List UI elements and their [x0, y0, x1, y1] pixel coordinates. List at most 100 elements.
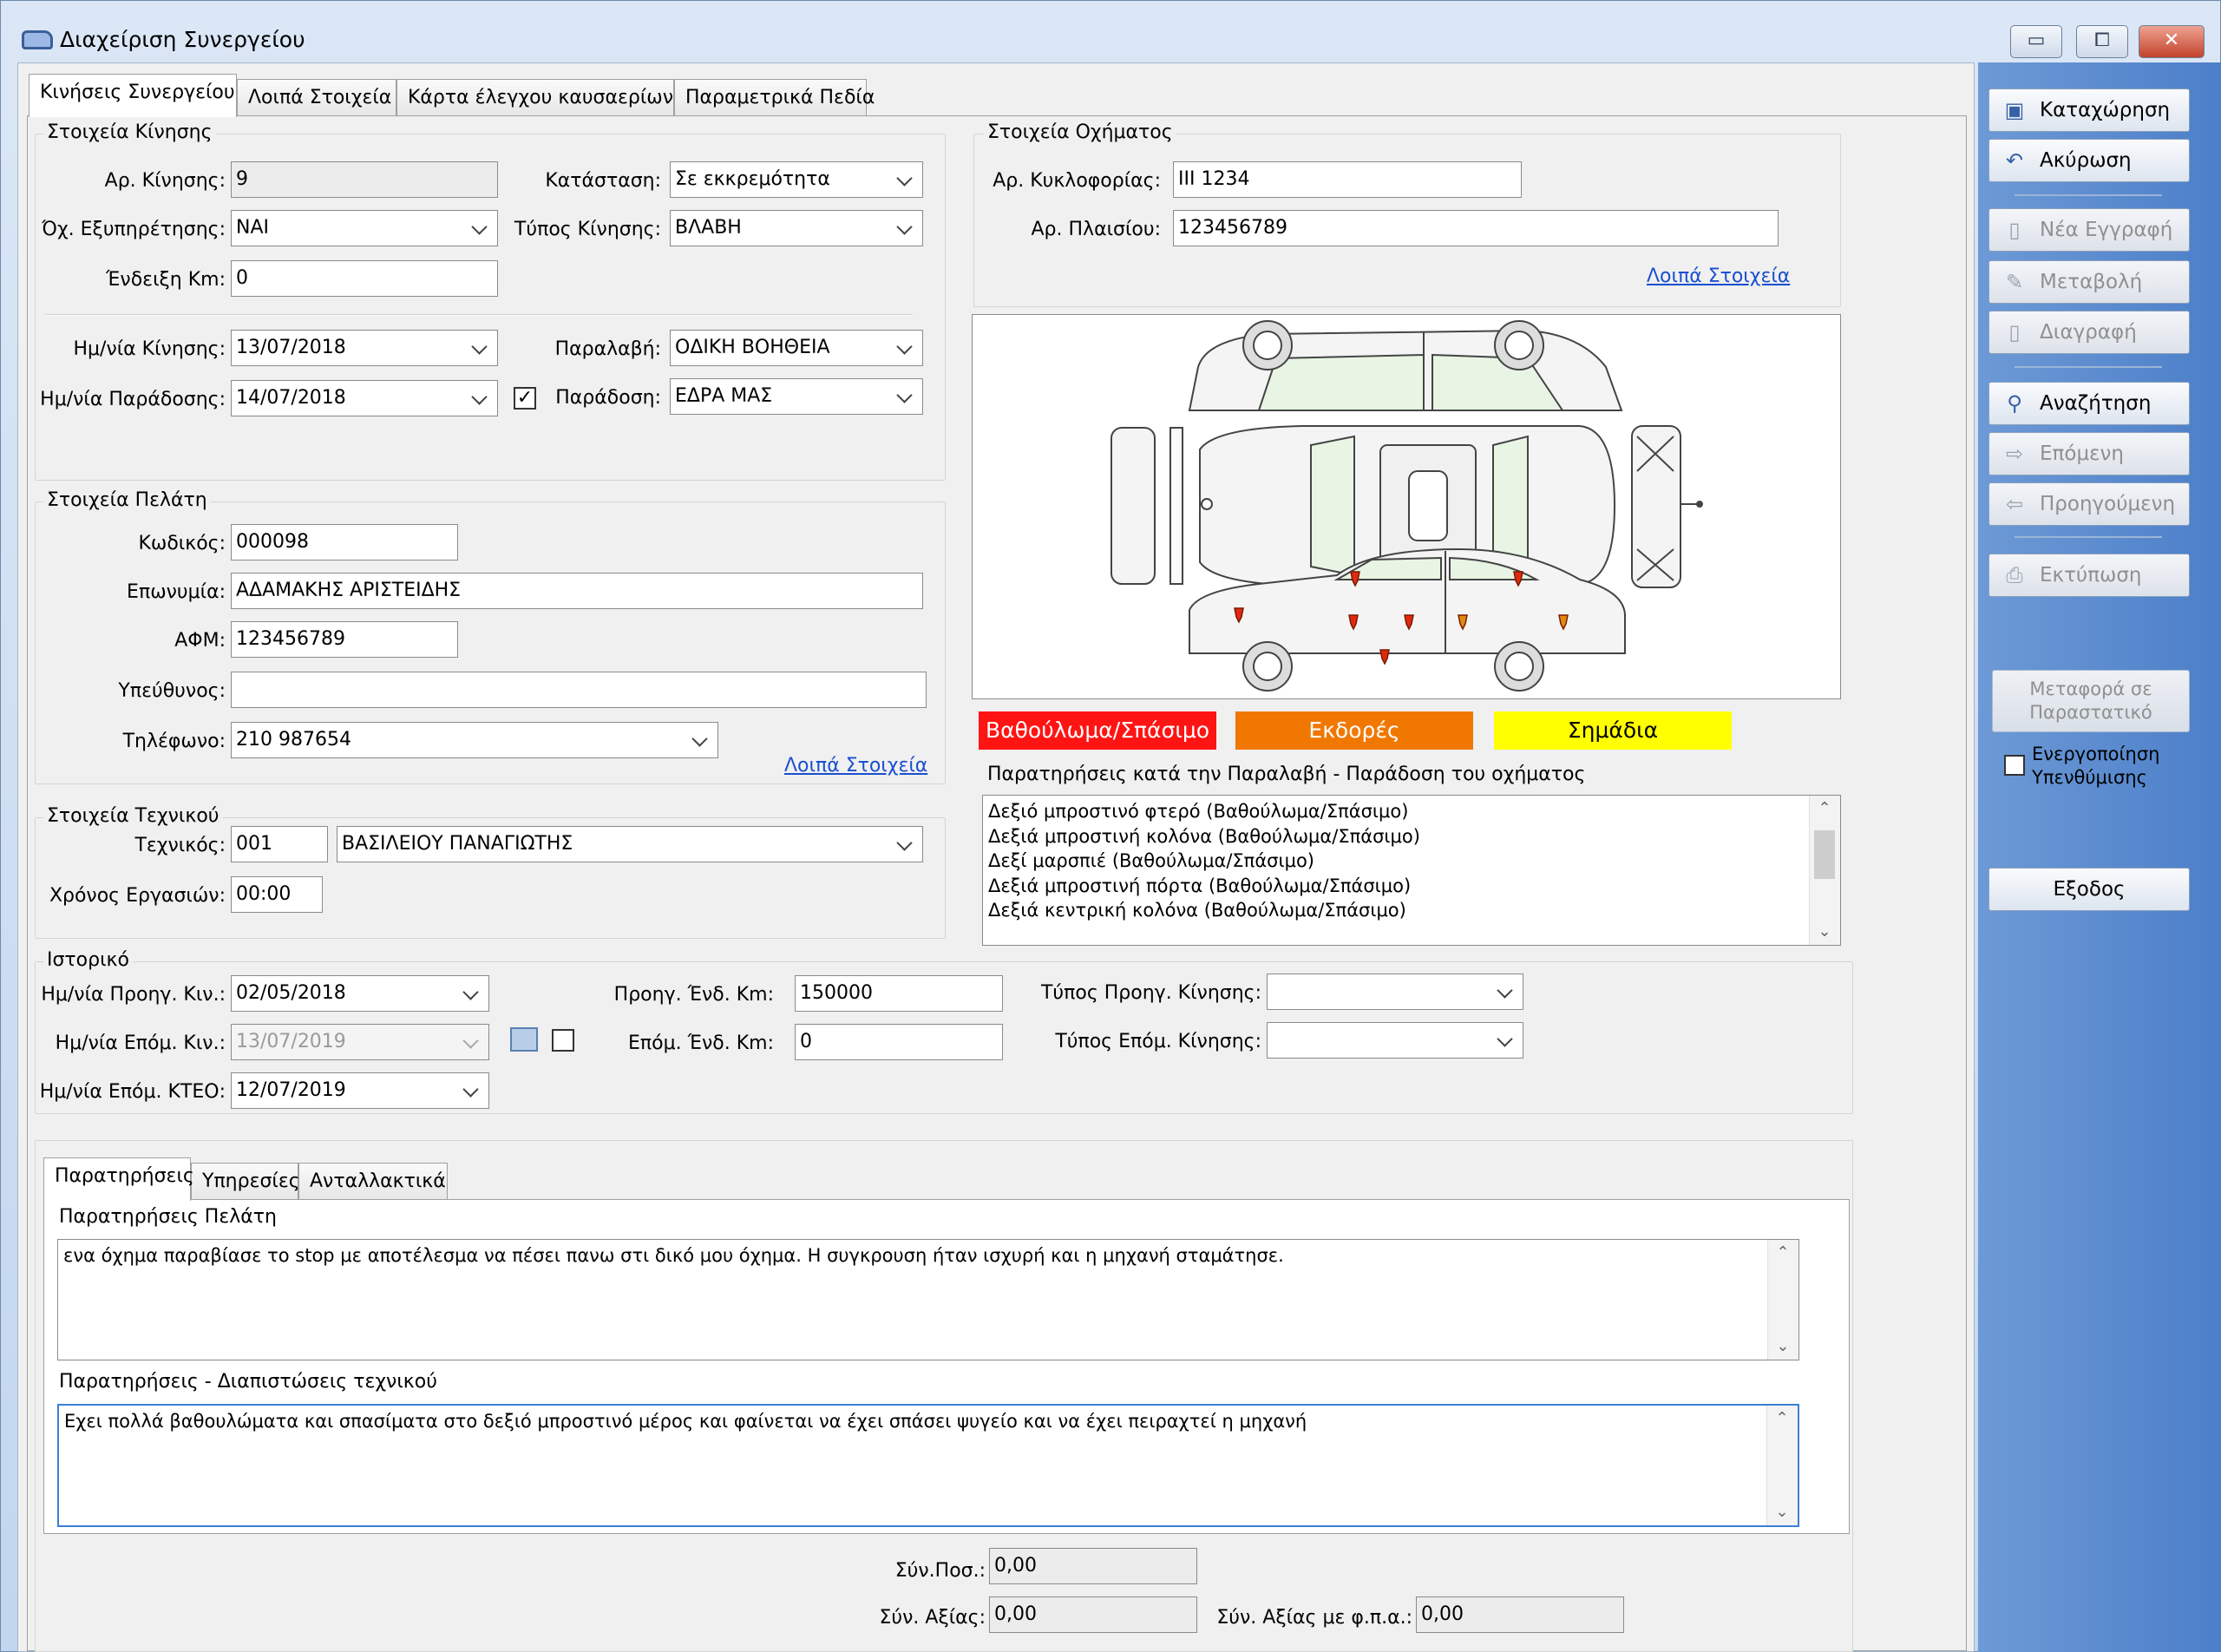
calendar-icon[interactable] — [510, 1027, 538, 1052]
previous-button[interactable]: ⇦ Προηγούμενη — [1988, 482, 2190, 526]
new-document-icon: ▯ — [2008, 218, 2021, 242]
next-button[interactable]: ⇨ Επόμενη — [1988, 432, 2190, 475]
customer-remarks-scrollbar[interactable]: ⌃ ⌄ — [1767, 1240, 1798, 1360]
exit-button[interactable]: Εξοδος — [1988, 868, 2190, 911]
prev-km-field[interactable]: 150000 — [795, 975, 1003, 1012]
subtab-remarks[interactable]: Παρατηρήσεις — [43, 1157, 194, 1201]
customer-remarks-text: ενα όχημα παραβίασε το stop με αποτέλεσμ… — [63, 1245, 1284, 1266]
pickup-remarks-scrollbar[interactable]: ⌃ ⌄ — [1809, 796, 1840, 945]
next-km-field[interactable]: 0 — [795, 1024, 1003, 1060]
afm-field[interactable]: 123456789 — [231, 621, 458, 658]
search-button[interactable]: ⚲ Αναζήτηση — [1988, 382, 2190, 425]
delivery-date-picker[interactable]: 14/07/2018 — [231, 380, 498, 416]
cancel-button-label: Ακύρωση — [2040, 149, 2132, 172]
sidebar-separator — [2015, 536, 2162, 538]
vehicle-more-link[interactable]: Λοιπά Στοιχεία — [1647, 266, 1790, 287]
movement-number-label: Αρ. Κίνησης: — [104, 170, 226, 192]
legend-marks: Σημάδια — [1494, 711, 1732, 750]
customer-remarks-label: Παρατηρήσεις Πελάτη — [59, 1206, 277, 1228]
tab-parametric-fields[interactable]: Παραμετρικά Πεδία — [674, 79, 875, 117]
chassis-field[interactable]: 123456789 — [1173, 210, 1779, 246]
print-button[interactable]: ⎙ Εκτύπωση — [1988, 554, 2190, 597]
transfer-to-document-button[interactable]: Μεταφορά σε Παραστατικό — [1992, 670, 2190, 732]
work-time-label: Χρόνος Εργασιών: — [49, 885, 226, 907]
chevron-down-icon[interactable]: ⌄ — [1810, 919, 1839, 945]
tab-other-details[interactable]: Λοιπά Στοιχεία — [237, 79, 396, 117]
tab-emissions-card[interactable]: Κάρτα έλεγχου καυσαερίων — [396, 79, 674, 117]
customer-group-title: Στοιχεία Πελάτη — [43, 489, 211, 511]
technician-name-dropdown[interactable]: ΒΑΣΙΛΕΙΟΥ ΠΑΝΑΓΙΩΤΗΣ — [337, 826, 923, 862]
service-vehicle-dropdown[interactable]: ΝΑΙ — [231, 210, 498, 246]
delivery-dropdown[interactable]: ΕΔΡΑ ΜΑΣ — [670, 378, 923, 415]
chevron-up-icon[interactable]: ⌃ — [1767, 1406, 1797, 1432]
afm-label: ΑΦΜ: — [174, 630, 226, 652]
km-label: Ένδειξη Km: — [106, 269, 226, 291]
scroll-thumb[interactable] — [1814, 830, 1835, 879]
movement-date-picker[interactable]: 13/07/2018 — [231, 330, 498, 366]
delete-button[interactable]: ▯ Διαγραφή — [1988, 311, 2190, 354]
edit-button[interactable]: ✎ Μεταβολή — [1988, 260, 2190, 304]
work-time-field[interactable]: 00:00 — [231, 876, 323, 913]
next-date-picker[interactable]: 13/07/2019 — [231, 1024, 489, 1060]
next-type-dropdown[interactable] — [1267, 1022, 1523, 1059]
undo-icon: ↶ — [2005, 148, 2024, 173]
next-date-label: Ημ/νία Επόμ. Κιν.: — [55, 1032, 226, 1054]
subtab-services[interactable]: Υπηρεσίες — [191, 1163, 300, 1201]
prev-date-picker[interactable]: 02/05/2018 — [231, 975, 489, 1012]
technician-group-title: Στοιχεία Τεχνικού — [43, 805, 223, 827]
prev-type-dropdown[interactable] — [1267, 974, 1523, 1010]
movement-number-field[interactable]: 9 — [231, 161, 498, 198]
save-button[interactable]: ▣ Καταχώρηση — [1988, 88, 2190, 132]
technician-remarks-scrollbar[interactable]: ⌃ ⌄ — [1766, 1406, 1798, 1525]
maximize-button[interactable]: ⧠ — [2076, 25, 2128, 58]
plate-field[interactable]: ΙΙΙ 1234 — [1173, 161, 1522, 198]
car-damage-diagram[interactable] — [972, 314, 1841, 699]
tab-movements[interactable]: Κινήσεις Συνεργείου — [29, 74, 237, 117]
movement-type-dropdown[interactable]: ΒΛΑΒΗ — [670, 210, 923, 246]
next-km-label: Επόμ. Ένδ. Km: — [627, 1032, 774, 1054]
delete-button-label: Διαγραφή — [2040, 321, 2137, 344]
customer-code-field[interactable]: 000098 — [231, 524, 458, 560]
chassis-label: Αρ. Πλαισίου: — [1031, 219, 1162, 240]
status-dropdown[interactable]: Σε εκκρεμότητα — [670, 161, 923, 198]
delivery-date-label: Ημ/νία Παράδοσης: — [40, 389, 226, 410]
technician-remarks-textarea[interactable]: Εχει πολλά βαθουλώματα και σπασίματα στο… — [57, 1404, 1799, 1527]
plate-label: Αρ. Κυκλοφορίας: — [993, 170, 1161, 192]
next-date-checkbox[interactable] — [552, 1029, 574, 1052]
pickup-dropdown[interactable]: ΟΔΙΚΗ ΒΟΗΘΕΙΑ — [670, 330, 923, 366]
delivery-date-checkbox[interactable]: ✓ — [514, 387, 536, 410]
save-button-label: Καταχώρηση — [2040, 99, 2171, 121]
printer-icon: ⎙ — [2006, 563, 2023, 587]
new-record-button[interactable]: ▯ Νέα Εγγραφή — [1988, 208, 2190, 252]
pickup-label: Παραλαβή: — [554, 338, 661, 360]
reminder-checkbox[interactable] — [2004, 755, 2025, 776]
ktev-date-label: Ημ/νία Επόμ. ΚΤΕΟ: — [39, 1081, 226, 1103]
chevron-down-icon[interactable]: ⌄ — [1767, 1499, 1797, 1525]
technician-code-field[interactable]: 001 — [231, 826, 328, 862]
responsible-field[interactable] — [231, 672, 927, 708]
ktev-date-picker[interactable]: 12/07/2019 — [231, 1072, 489, 1109]
prev-km-label: Προηγ. Ένδ. Km: — [613, 984, 774, 1006]
pickup-remarks-label: Παρατηρήσεις κατά την Παραλαβή - Παράδοσ… — [987, 764, 1586, 785]
subtab-parts[interactable]: Ανταλλακτικά — [298, 1163, 448, 1201]
list-item: Δεξιά μπροστινή κολόνα (Βαθούλωμα/Σπάσιμ… — [988, 825, 1420, 847]
customer-more-link[interactable]: Λοιπά Στοιχεία — [784, 755, 927, 777]
customer-remarks-textarea[interactable]: ενα όχημα παραβίασε το stop με αποτέλεσμ… — [57, 1239, 1799, 1360]
cancel-button[interactable]: ↶ Ακύρωση — [1988, 139, 2190, 182]
arrow-left-icon: ⇦ — [2005, 492, 2024, 516]
next-button-label: Επόμενη — [2040, 442, 2124, 465]
chevron-down-icon[interactable]: ⌄ — [1768, 1334, 1798, 1360]
arrow-right-icon: ⇨ — [2005, 442, 2024, 466]
pickup-remarks-list[interactable]: Δεξιό μπροστινό φτερό (Βαθούλωμα/Σπάσιμο… — [982, 795, 1841, 946]
chevron-up-icon[interactable]: ⌃ — [1810, 796, 1839, 822]
minimize-button[interactable]: ▭ — [2010, 25, 2062, 58]
phone-dropdown[interactable]: 210 987654 — [231, 722, 718, 758]
chevron-up-icon[interactable]: ⌃ — [1768, 1240, 1798, 1266]
total-value-label: Σύν. Αξίας: — [879, 1607, 986, 1629]
km-field[interactable]: 0 — [231, 260, 498, 297]
close-button[interactable]: ✕ — [2139, 25, 2205, 58]
window-title: Διαχείριση Συνεργείου — [60, 27, 305, 52]
list-item: Δεξιά μπροστινή πόρτα (Βαθούλωμα/Σπάσιμο… — [988, 875, 1412, 896]
previous-button-label: Προηγούμενη — [2040, 493, 2176, 515]
customer-name-field[interactable]: ΑΔΑΜΑΚΗΣ ΑΡΙΣΤΕΙΔΗΣ — [231, 573, 923, 609]
